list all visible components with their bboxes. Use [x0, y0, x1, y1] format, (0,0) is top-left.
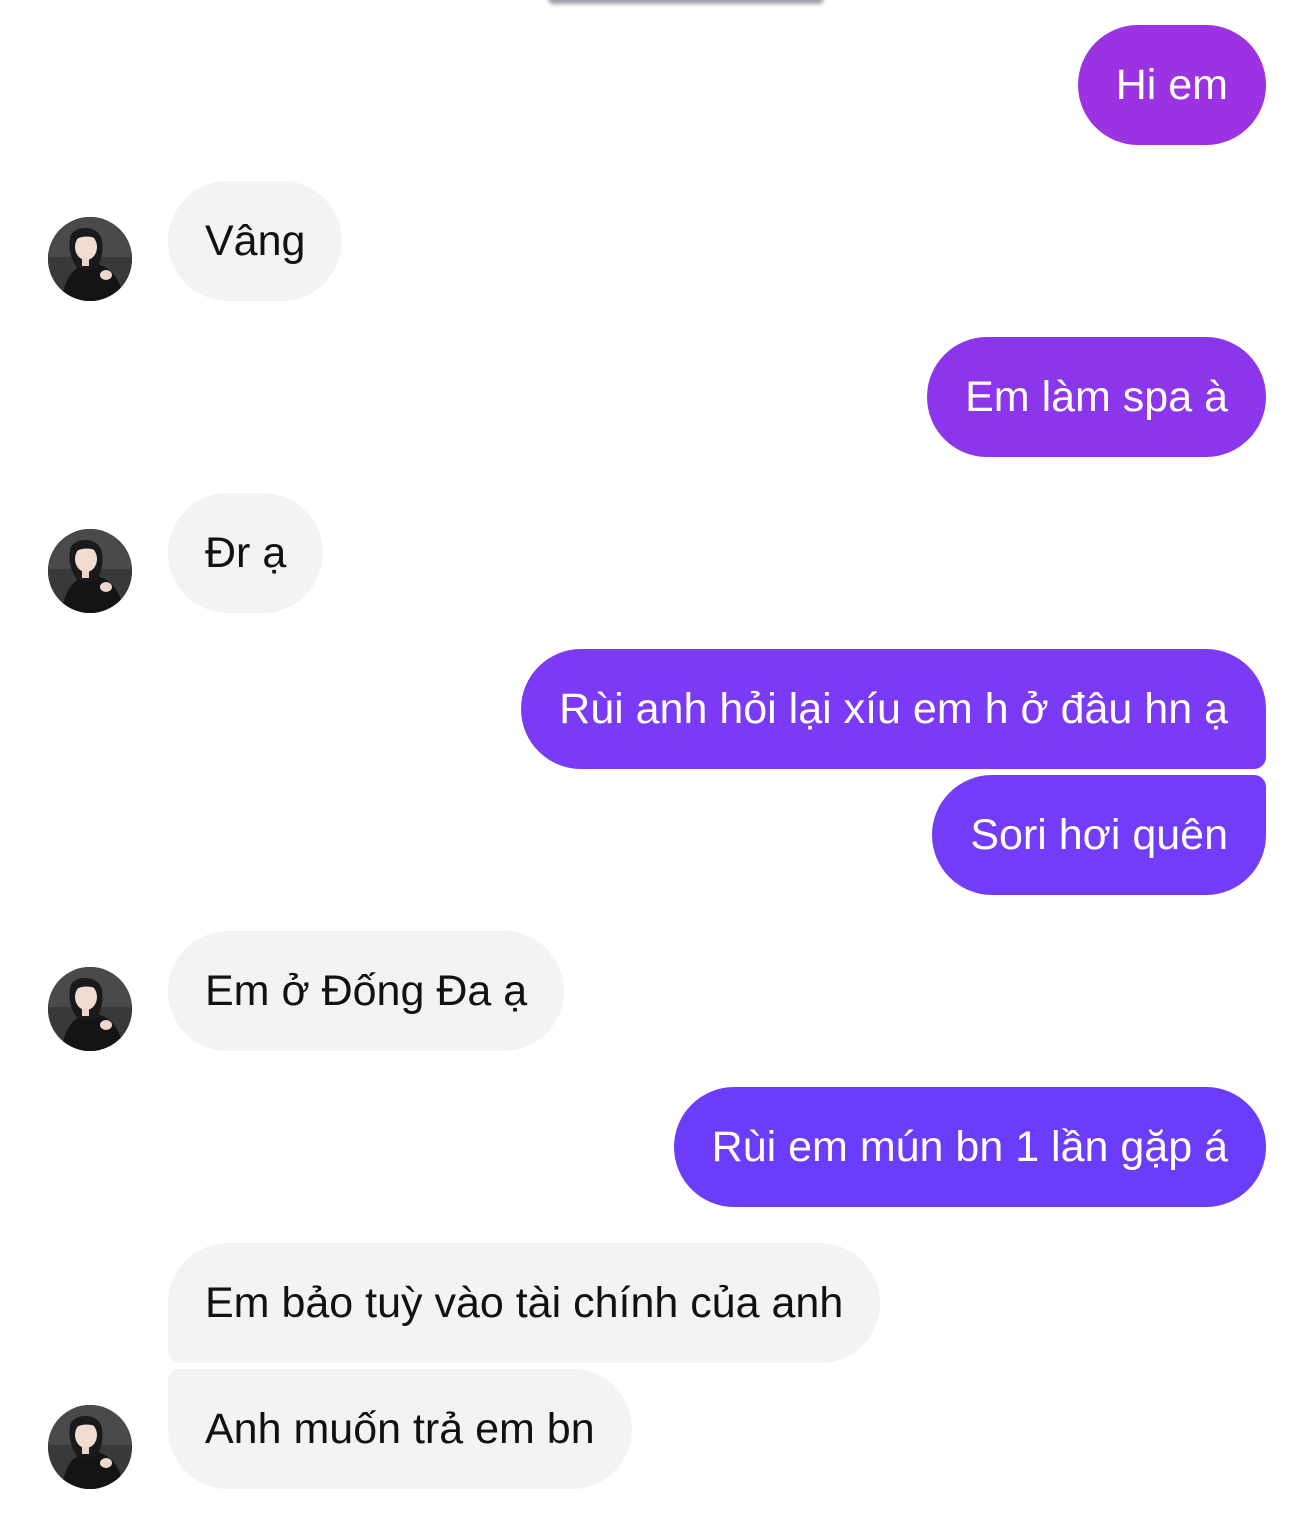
- received-message-bubble[interactable]: Em ở Đống Đa ạ: [168, 931, 565, 1051]
- received-message-bubble[interactable]: Em bảo tuỳ vào tài chính của anh: [168, 1243, 881, 1363]
- received-message-bubble[interactable]: Anh muốn trả em bn: [168, 1369, 632, 1489]
- contact-avatar[interactable]: [48, 529, 132, 613]
- sent-message-bubble[interactable]: Rùi em mún bn 1 lần gặp á: [673, 1087, 1266, 1207]
- sent-message-bubble[interactable]: Em làm spa à: [927, 337, 1266, 457]
- person-photo-icon: [48, 217, 132, 301]
- person-photo-icon: [48, 1405, 132, 1489]
- sent-message-bubble[interactable]: Hi em: [1077, 25, 1266, 145]
- received-message-bubble[interactable]: Đr ạ: [168, 493, 324, 613]
- scroll-edge-shadow: [548, 0, 824, 4]
- contact-avatar[interactable]: [48, 1405, 132, 1489]
- sent-message-bubble[interactable]: Sori hơi quên: [932, 775, 1266, 895]
- contact-avatar[interactable]: [48, 217, 132, 301]
- received-message-bubble[interactable]: Vâng: [168, 181, 343, 301]
- sent-message-bubble[interactable]: Rùi anh hỏi lại xíu em h ở đâu hn ạ: [521, 649, 1266, 769]
- person-photo-icon: [48, 529, 132, 613]
- person-photo-icon: [48, 967, 132, 1051]
- contact-avatar[interactable]: [48, 967, 132, 1051]
